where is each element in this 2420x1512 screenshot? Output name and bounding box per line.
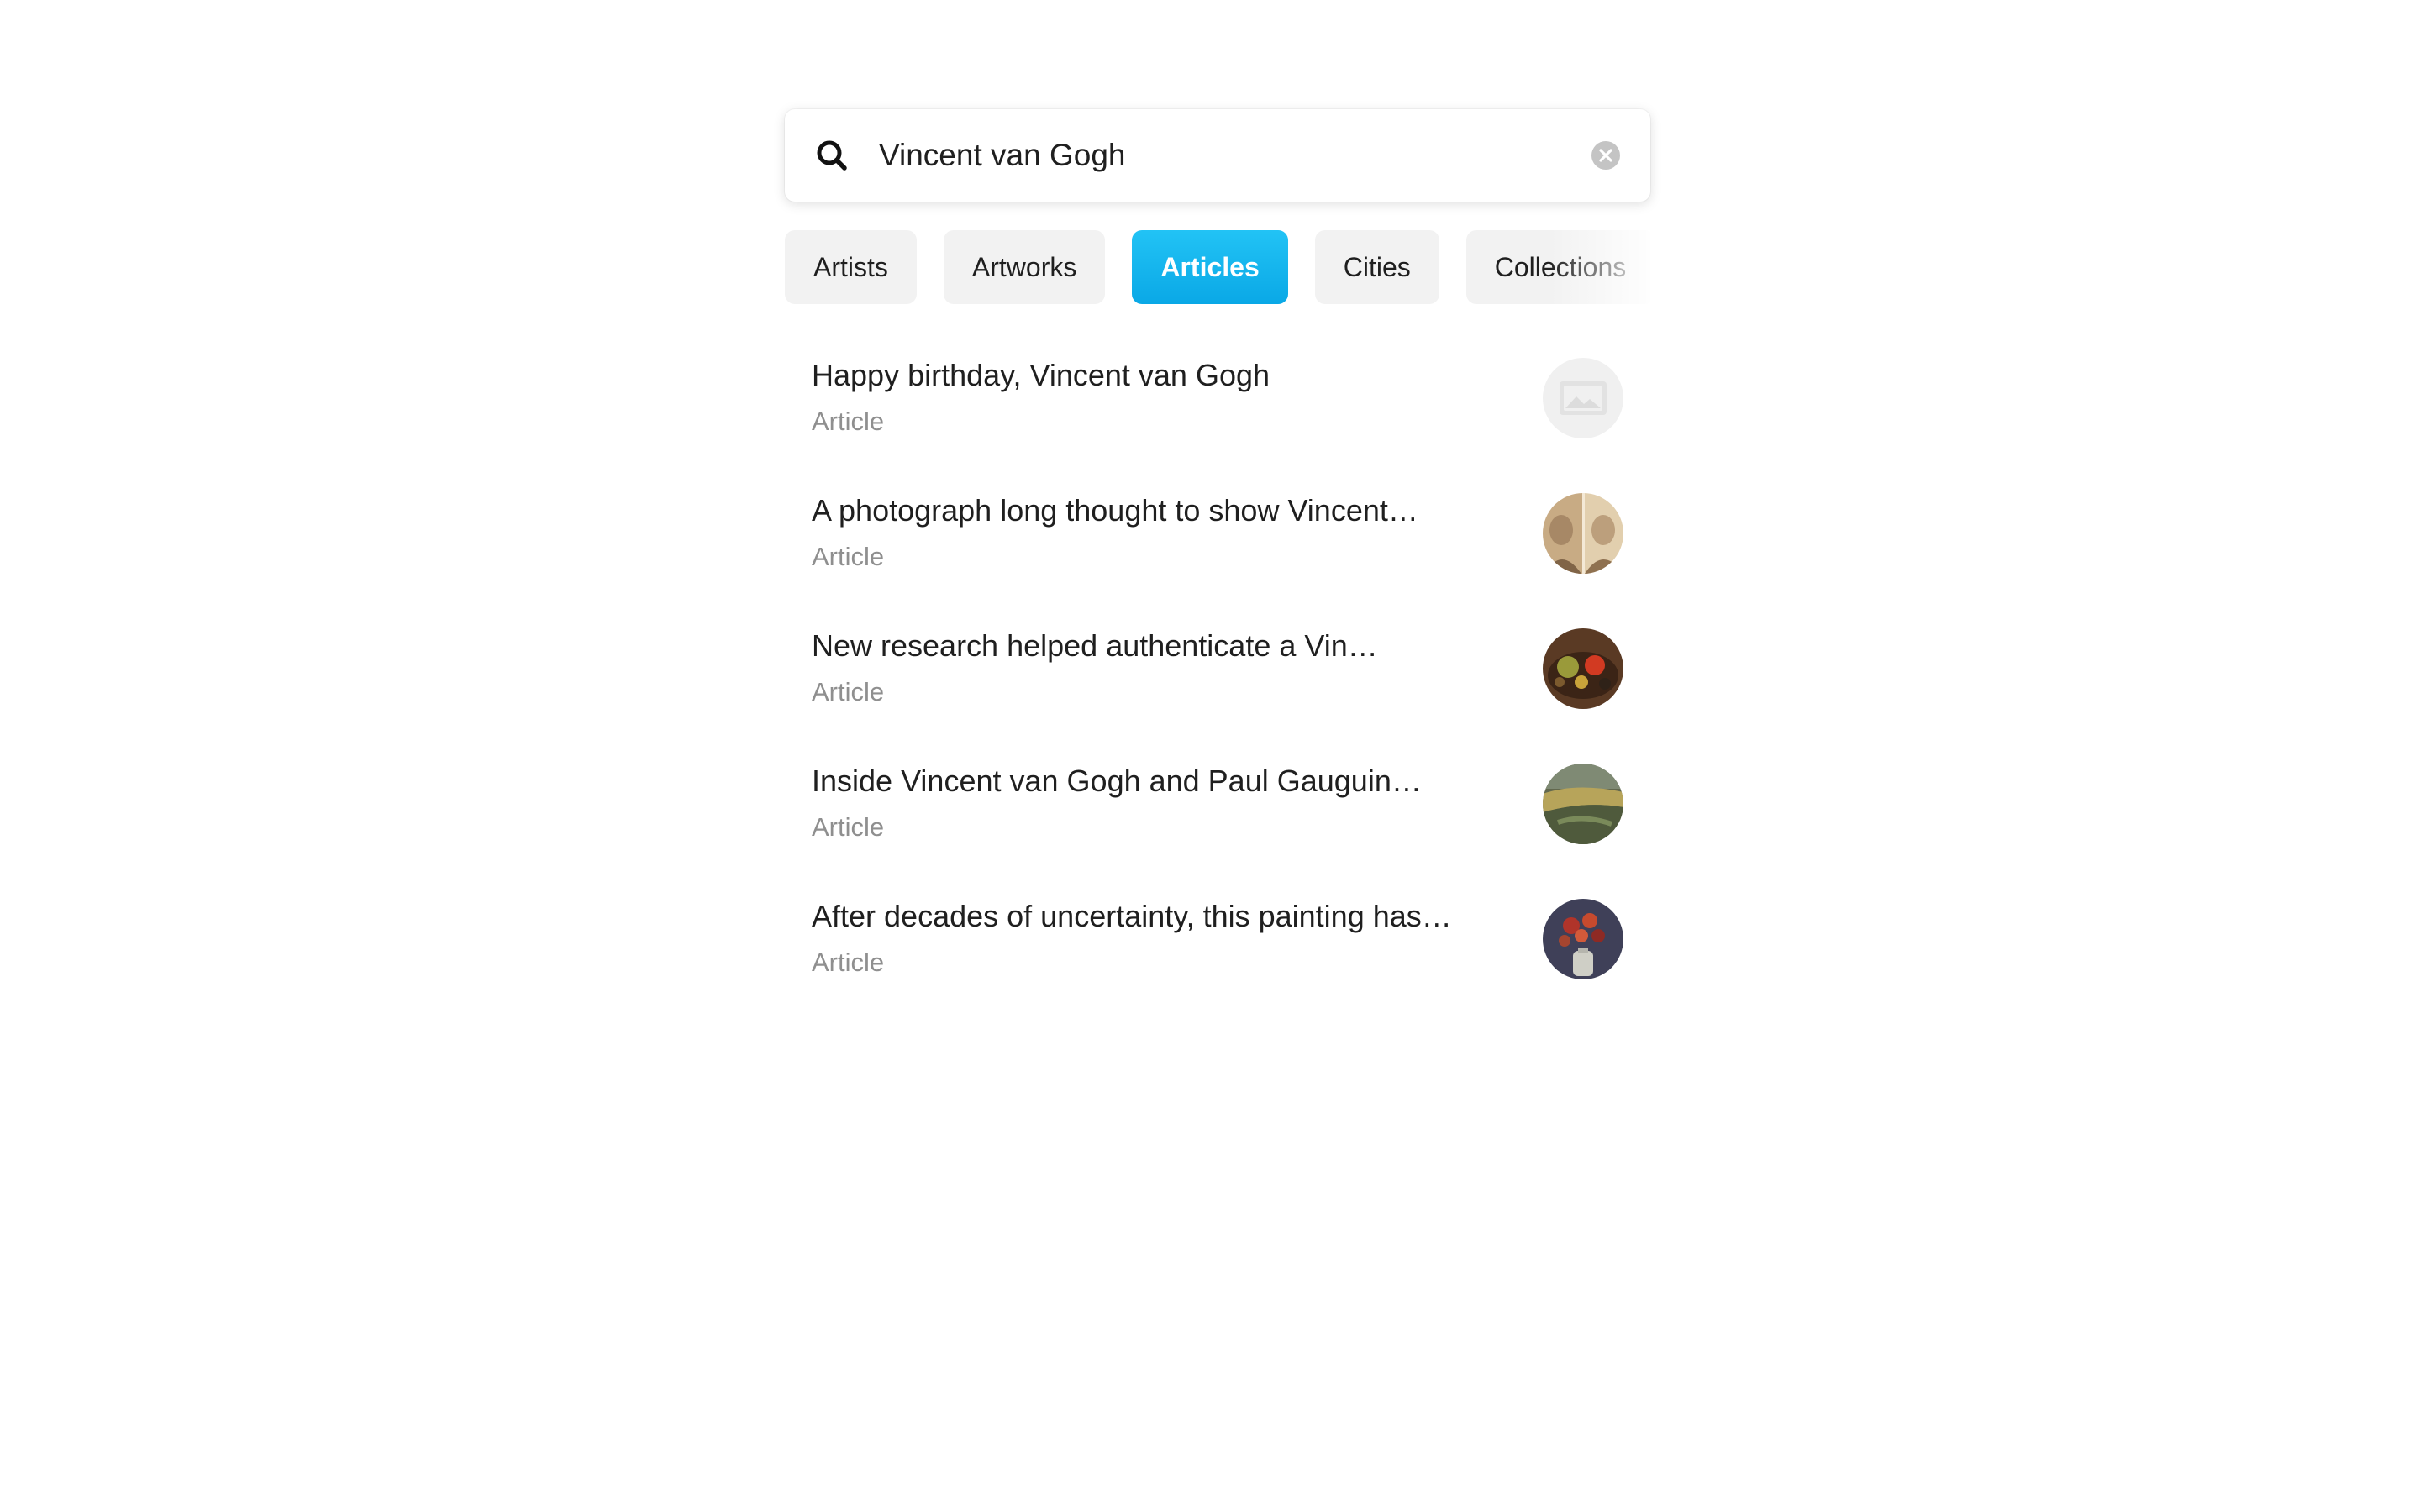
flower-vase-thumbnail	[1543, 899, 1623, 979]
tab-artists[interactable]: Artists	[785, 230, 917, 304]
list-item[interactable]: A photograph long thought to show Vincen…	[785, 471, 1650, 606]
result-type: Article	[812, 812, 885, 842]
list-item[interactable]: New research helped authenticate a Vin… …	[785, 606, 1650, 742]
search-page: Artists Artworks Articles Cities Collect…	[0, 0, 2420, 1512]
list-item[interactable]: Happy birthday, Vincent van Gogh Article	[785, 336, 1650, 471]
clear-icon[interactable]	[1591, 140, 1621, 171]
search-input[interactable]	[879, 109, 1534, 202]
result-title: New research helped authenticate a Vin…	[812, 628, 1378, 663]
results-list: Happy birthday, Vincent van Gogh Article…	[785, 336, 1650, 1012]
tab-articles[interactable]: Articles	[1132, 230, 1288, 304]
result-title: Happy birthday, Vincent van Gogh	[812, 358, 1270, 392]
sepia-portraits-thumbnail	[1543, 493, 1623, 574]
result-title: A photograph long thought to show Vincen…	[812, 493, 1418, 528]
list-item[interactable]: Inside Vincent van Gogh and Paul Gauguin…	[785, 742, 1650, 877]
result-title: Inside Vincent van Gogh and Paul Gauguin…	[812, 764, 1422, 798]
tab-artworks[interactable]: Artworks	[943, 230, 1106, 304]
tab-collections[interactable]: Collections	[1465, 230, 1650, 304]
search-bar	[785, 109, 1650, 202]
list-item[interactable]: After decades of uncertainty, this paint…	[785, 877, 1650, 1012]
search-icon	[817, 140, 847, 171]
result-type: Article	[812, 677, 885, 706]
result-title: After decades of uncertainty, this paint…	[812, 899, 1452, 933]
still-life-thumbnail	[1543, 628, 1623, 709]
result-type: Article	[812, 542, 885, 571]
result-type: Article	[812, 948, 885, 977]
image-placeholder-icon	[1543, 358, 1623, 438]
tab-cities[interactable]: Cities	[1314, 230, 1439, 304]
category-tabs: Artists Artworks Articles Cities Collect…	[785, 230, 1650, 304]
landscape-thumbnail	[1543, 764, 1623, 844]
result-type: Article	[812, 407, 885, 436]
